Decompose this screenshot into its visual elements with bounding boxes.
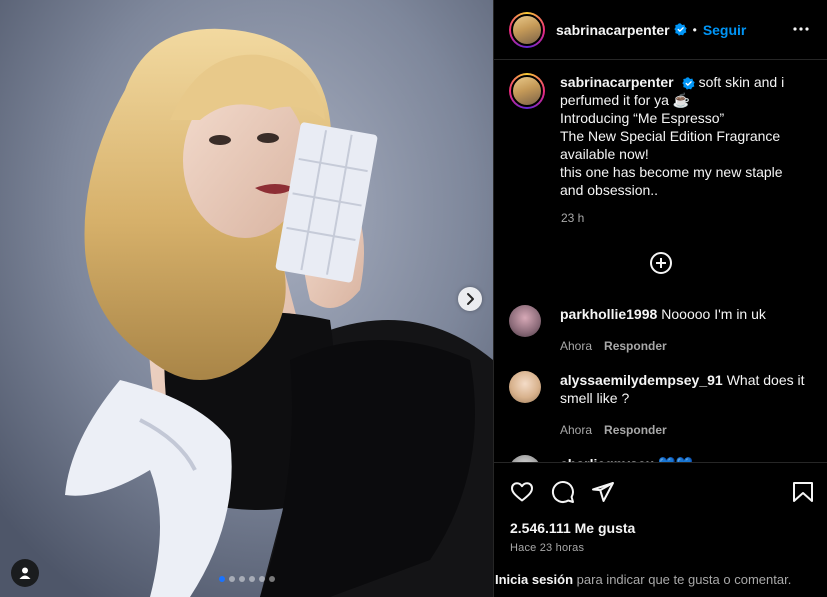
follow-button[interactable]: Seguir [703,22,747,38]
carousel-dot [219,576,225,582]
login-prompt: Inicia sesión para indicar que te gusta … [494,572,827,597]
plus-circle-icon[interactable] [649,251,673,275]
tagged-users-button[interactable] [11,559,39,587]
caption-line: perfumed it for ya ☕ [560,92,691,108]
caption-line: and obsession.. [560,182,659,198]
carousel-dot [259,576,265,582]
verified-badge-icon [681,77,695,90]
next-photo-button[interactable] [458,287,482,311]
commenter-username[interactable]: alyssaemilydempsey_91 [560,372,723,388]
carousel-dot [269,576,275,582]
share-icon[interactable] [591,480,615,504]
caption-text: sabrinacarpenter soft skin and i perfumed… [560,73,805,199]
comment-time: Ahora [560,339,593,353]
comment-time: Ahora [560,423,593,437]
caption-line: The New Special Edition Fragrance [560,128,781,144]
caption-author-avatar[interactable] [509,73,545,109]
caption-username[interactable]: sabrinacarpenter [560,74,674,90]
post-side-panel: sabrinacarpenter • Seguir sabrinacarpent… [493,0,827,597]
comment-item: charliegnyseu💙💙 [509,455,814,462]
more-options-icon[interactable] [792,20,810,38]
caption-line: this one has become my new staple [560,164,783,180]
commenter-avatar[interactable] [509,371,541,403]
caption-line: soft skin and i [698,74,785,90]
carousel-dot [229,576,235,582]
header-separator: • [692,22,697,37]
chevron-right-icon [467,293,474,305]
carousel-dot [239,576,245,582]
reply-button[interactable]: Responder [604,337,667,355]
post-header: sabrinacarpenter • Seguir [494,0,827,60]
post-photo [0,0,493,597]
verified-badge-icon [673,23,687,36]
login-link[interactable]: Inicia sesión [495,572,573,587]
reply-button[interactable]: Responder [604,421,667,439]
commenter-avatar[interactable] [509,455,541,462]
login-prompt-text: para indicar que te gusta o comentar. [576,572,792,587]
comment-item: alyssaemilydempsey_91 What does it smell … [509,371,814,439]
author-avatar[interactable] [509,11,545,48]
commenter-username[interactable]: parkhollie1998 [560,306,657,322]
likes-count[interactable]: 2.546.111 Me gusta [510,520,635,536]
caption-line: available now! [560,146,649,162]
comment-text: Nooooo I'm in uk [661,306,766,322]
commenter-avatar[interactable] [509,305,541,337]
user-tag-icon [19,567,31,579]
heart-icon[interactable] [510,480,534,504]
post-actions: 2.546.111 Me gusta Hace 23 horas [494,462,827,572]
comment-item: parkhollie1998 Nooooo I'm in uk Ahora Res… [509,305,814,355]
comment-icon[interactable] [551,480,575,504]
caption-line: Introducing “Me Espresso” [560,110,725,126]
post-caption: sabrinacarpenter soft skin and i perfumed… [509,73,805,199]
caption-timestamp: 23 h [561,211,585,225]
carousel-indicator [219,576,275,582]
post-timestamp: Hace 23 horas [510,542,585,554]
carousel-dot [249,576,255,582]
author-username[interactable]: sabrinacarpenter [556,22,670,38]
bookmark-icon[interactable] [792,480,814,504]
post-media[interactable] [0,0,493,597]
comments-list[interactable]: sabrinacarpenter soft skin and i perfumed… [494,61,827,462]
